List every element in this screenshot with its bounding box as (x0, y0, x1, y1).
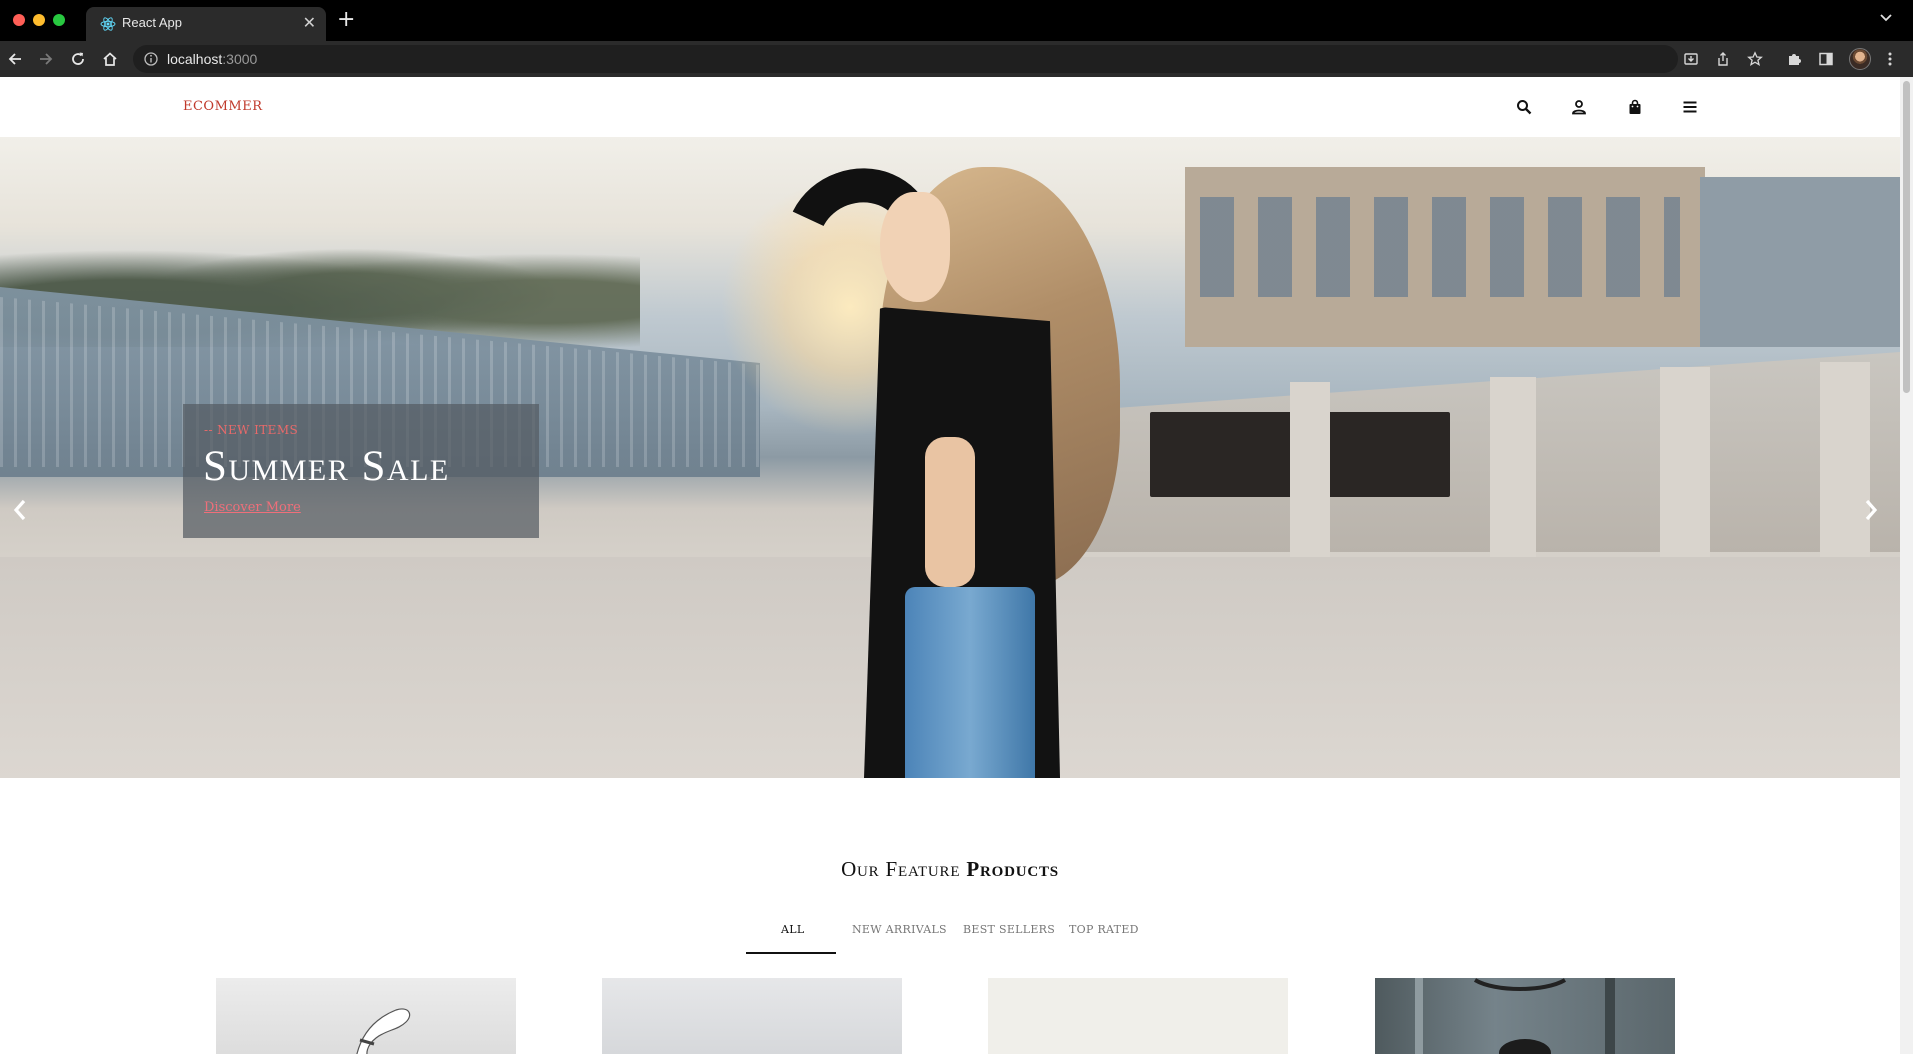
reload-icon[interactable] (66, 47, 90, 71)
product-card[interactable] (988, 978, 1288, 1054)
tab-best-sellers[interactable]: BEST SELLERS (963, 923, 1055, 936)
user-icon[interactable] (1568, 96, 1590, 118)
tab-all[interactable]: ALL (781, 923, 804, 936)
maximize-window-button[interactable] (53, 14, 65, 26)
browser-menu-icon[interactable] (1880, 49, 1900, 69)
home-icon[interactable] (98, 47, 122, 71)
hero-kicker: -- NEW ITEMS (204, 423, 299, 437)
site-header: ECOMMER (0, 77, 1900, 137)
tab-title: React App (122, 15, 182, 30)
scrollbar-thumb[interactable] (1903, 81, 1910, 393)
bookmark-star-icon[interactable] (1745, 49, 1765, 69)
address-bar[interactable]: localhost:3000 (133, 45, 1678, 73)
featured-title-bold: Products (966, 857, 1059, 881)
search-icon[interactable] (1513, 96, 1535, 118)
tab-new-arrivals[interactable]: NEW ARRIVALS (852, 923, 947, 936)
discover-more-link[interactable]: Discover More (204, 500, 301, 515)
extensions-puzzle-icon[interactable] (1784, 49, 1804, 69)
forward-icon[interactable] (34, 47, 58, 71)
site-info-icon[interactable] (143, 51, 159, 67)
back-icon[interactable] (3, 47, 27, 71)
featured-products-title: Our Feature Products (0, 857, 1900, 882)
profile-avatar[interactable] (1849, 48, 1871, 70)
site-logo[interactable]: ECOMMER (183, 99, 263, 114)
hero-carousel: -- NEW ITEMS Summer Sale Discover More (0, 137, 1900, 778)
tab-search-chevron-icon[interactable] (1879, 10, 1893, 24)
page-viewport: ECOMMER -- NEW ITEMS Summer Sale Discove… (0, 77, 1900, 1054)
browser-titlebar: React App ✕ + (0, 0, 1913, 41)
minimize-window-button[interactable] (33, 14, 45, 26)
url-host: localhost (167, 51, 223, 67)
side-panel-icon[interactable] (1816, 49, 1836, 69)
hamburger-menu-icon[interactable] (1679, 96, 1701, 118)
url-port: :3000 (222, 51, 258, 67)
product-image (356, 1008, 411, 1054)
install-app-icon[interactable] (1681, 49, 1701, 69)
shopping-bag-icon[interactable] (1624, 96, 1646, 118)
featured-title-light: Our Feature (841, 857, 961, 881)
url-text: localhost:3000 (167, 51, 257, 67)
new-tab-button[interactable]: + (337, 9, 355, 31)
hero-title: Summer Sale (203, 443, 450, 490)
hero-caption-box: -- NEW ITEMS Summer Sale Discover More (183, 404, 539, 538)
browser-toolbar: localhost:3000 (0, 41, 1913, 77)
browser-tab[interactable]: React App ✕ (86, 7, 326, 41)
product-card[interactable] (602, 978, 902, 1054)
carousel-prev-arrow-icon[interactable] (9, 495, 31, 525)
carousel-next-arrow-icon[interactable] (1860, 495, 1882, 525)
close-window-button[interactable] (13, 14, 25, 26)
share-icon[interactable] (1713, 49, 1733, 69)
page-scrollbar[interactable] (1900, 77, 1913, 1054)
product-card[interactable] (216, 978, 516, 1054)
tab-top-rated[interactable]: TOP RATED (1069, 923, 1139, 936)
react-icon (100, 17, 116, 31)
tab-close-icon[interactable]: ✕ (303, 13, 316, 32)
active-tab-underline (746, 952, 836, 954)
product-image (1415, 978, 1615, 1054)
product-card[interactable] (1375, 978, 1675, 1054)
